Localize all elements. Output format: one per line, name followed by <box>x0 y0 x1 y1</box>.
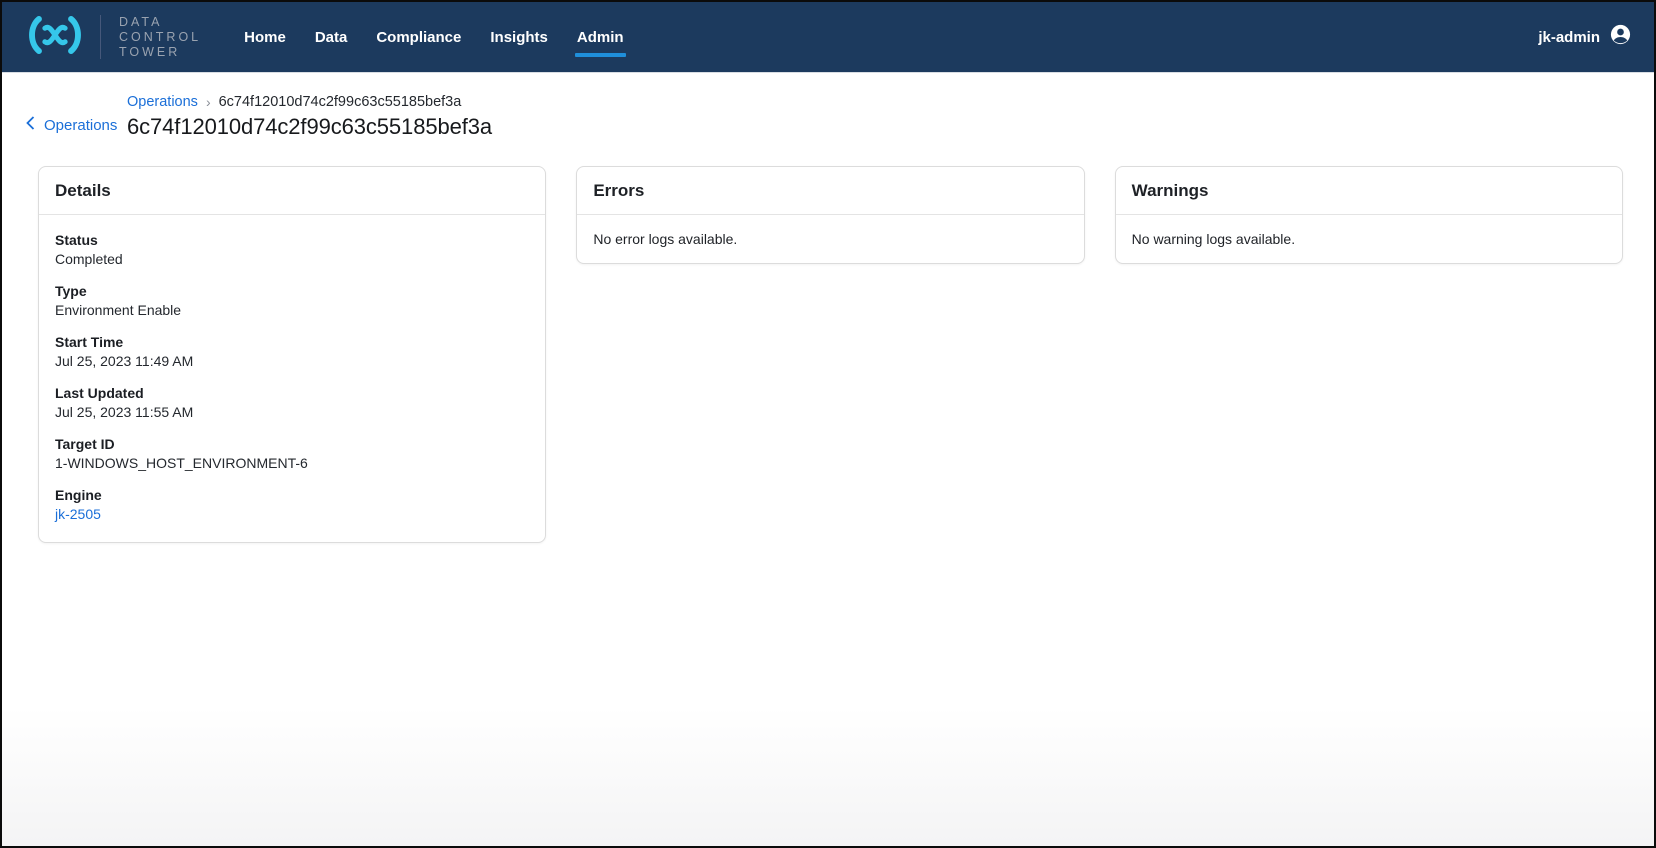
details-card-body: Status Completed Type Environment Enable… <box>39 215 545 542</box>
errors-card-title: Errors <box>593 181 644 200</box>
warnings-card-body: No warning logs available. <box>1116 215 1622 263</box>
user-name[interactable]: jk-admin <box>1538 29 1600 46</box>
field-label: Type <box>55 282 529 300</box>
main-content: Operations Operations › 6c74f12010d74c2f… <box>2 73 1654 846</box>
brand-logo[interactable]: DATA CONTROL TOWER <box>28 14 201 61</box>
details-card: Details Status Completed Type Environmen… <box>38 166 546 543</box>
details-card-header: Details <box>39 167 545 215</box>
nav-item-data[interactable]: Data <box>314 25 349 50</box>
engine-link[interactable]: jk-2505 <box>55 505 101 523</box>
detail-field-target-id: Target ID 1-WINDOWS_HOST_ENVIRONMENT-6 <box>55 435 529 472</box>
field-label: Status <box>55 231 529 249</box>
chevron-left-icon <box>26 116 35 134</box>
cards-row: Details Status Completed Type Environmen… <box>2 166 1654 543</box>
warnings-card-title: Warnings <box>1132 181 1209 200</box>
errors-card-header: Errors <box>577 167 1083 215</box>
details-card-title: Details <box>55 181 111 200</box>
field-value: Completed <box>55 250 529 268</box>
warnings-empty-message: No warning logs available. <box>1132 231 1606 251</box>
detail-field-type: Type Environment Enable <box>55 282 529 319</box>
page-header: Operations Operations › 6c74f12010d74c2f… <box>2 93 1654 140</box>
account-icon[interactable] <box>1609 23 1632 51</box>
field-label: Target ID <box>55 435 529 453</box>
errors-card-body: No error logs available. <box>577 215 1083 263</box>
app-window: DATA CONTROL TOWER Home Data Compliance … <box>0 0 1656 848</box>
page-title: 6c74f12010d74c2f99c63c55185bef3a <box>127 114 492 140</box>
field-value: 1-WINDOWS_HOST_ENVIRONMENT-6 <box>55 454 529 472</box>
dct-logo-icon <box>28 14 82 61</box>
field-label: Engine <box>55 486 529 504</box>
top-navbar: DATA CONTROL TOWER Home Data Compliance … <box>2 2 1654 73</box>
nav-item-compliance[interactable]: Compliance <box>375 25 462 50</box>
title-block: Operations › 6c74f12010d74c2f99c63c55185… <box>127 93 492 140</box>
warnings-card-header: Warnings <box>1116 167 1622 215</box>
detail-field-start-time: Start Time Jul 25, 2023 11:49 AM <box>55 333 529 370</box>
brand-divider <box>100 15 101 59</box>
nav-item-admin[interactable]: Admin <box>576 25 625 50</box>
detail-field-status: Status Completed <box>55 231 529 268</box>
detail-field-last-updated: Last Updated Jul 25, 2023 11:55 AM <box>55 384 529 421</box>
back-link[interactable]: Operations <box>2 116 127 134</box>
warnings-card: Warnings No warning logs available. <box>1115 166 1623 264</box>
field-value: Environment Enable <box>55 301 529 319</box>
errors-card: Errors No error logs available. <box>576 166 1084 264</box>
breadcrumb-separator-icon: › <box>206 93 211 111</box>
main-nav: Home Data Compliance Insights Admin <box>243 2 624 72</box>
user-menu: jk-admin <box>1538 23 1632 51</box>
breadcrumb-current: 6c74f12010d74c2f99c63c55185bef3a <box>219 93 462 111</box>
field-value: Jul 25, 2023 11:49 AM <box>55 352 529 370</box>
field-label: Start Time <box>55 333 529 351</box>
breadcrumb: Operations › 6c74f12010d74c2f99c63c55185… <box>127 93 492 111</box>
errors-empty-message: No error logs available. <box>593 231 1067 251</box>
field-value: Jul 25, 2023 11:55 AM <box>55 403 529 421</box>
nav-item-insights[interactable]: Insights <box>489 25 549 50</box>
nav-item-home[interactable]: Home <box>243 25 287 50</box>
breadcrumb-operations-link[interactable]: Operations <box>127 93 198 111</box>
detail-field-engine: Engine jk-2505 <box>55 486 529 524</box>
brand-text: DATA CONTROL TOWER <box>119 15 201 60</box>
field-label: Last Updated <box>55 384 529 402</box>
